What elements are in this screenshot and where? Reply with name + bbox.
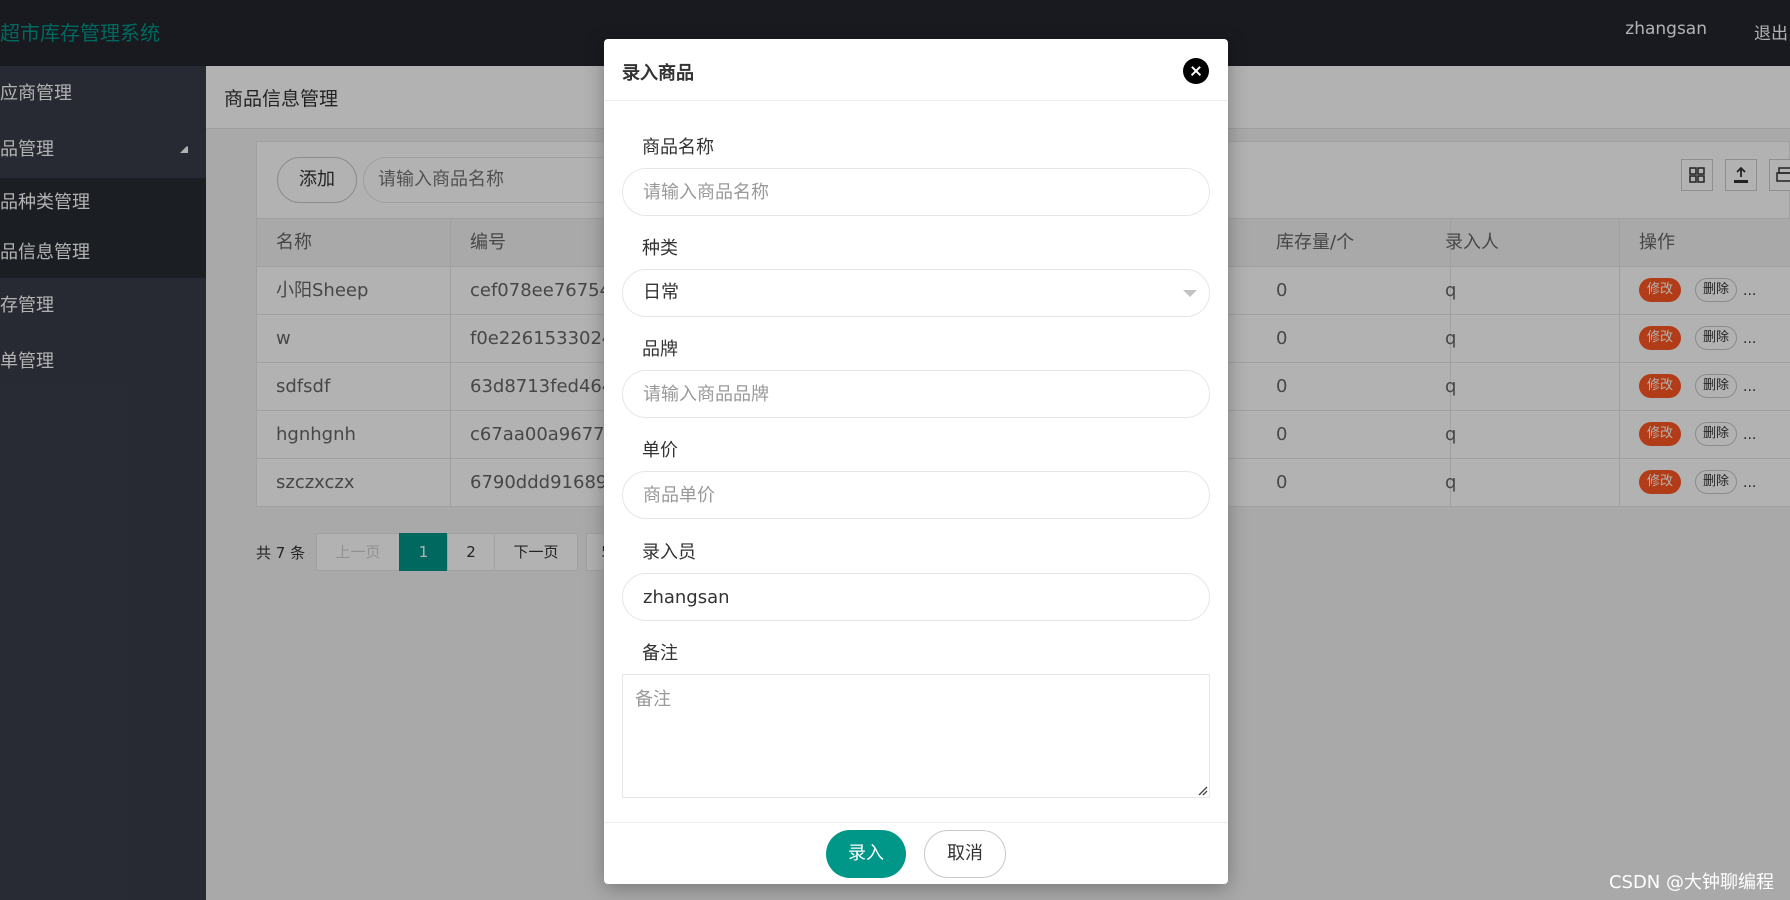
add-goods-dialog: 录入商品 商品名称 种类 日常 品牌 单价 录入员 备注 录入 取消	[604, 39, 1228, 884]
remark-textarea[interactable]	[622, 674, 1210, 798]
resize-grip-icon[interactable]	[1196, 784, 1208, 796]
chevron-down-icon	[1183, 290, 1197, 297]
dialog-title: 录入商品	[622, 63, 694, 84]
cancel-button[interactable]: 取消	[924, 830, 1006, 878]
goods-name-label: 商品名称	[642, 137, 714, 158]
watermark: CSDN @大钟聊编程	[1608, 872, 1774, 893]
submit-button[interactable]: 录入	[826, 830, 906, 878]
remark-label: 备注	[642, 643, 678, 664]
goods-brand-input[interactable]	[622, 370, 1210, 418]
goods-price-label: 单价	[642, 440, 678, 461]
operator-input[interactable]	[622, 573, 1210, 621]
goods-name-input[interactable]	[622, 168, 1210, 216]
operator-label: 录入员	[642, 542, 696, 563]
goods-type-select[interactable]: 日常	[622, 269, 1210, 317]
dialog-footer: 录入 取消	[604, 822, 1228, 884]
goods-price-input[interactable]	[622, 471, 1210, 519]
goods-type-label: 种类	[642, 238, 678, 259]
close-icon[interactable]	[1183, 58, 1209, 84]
goods-brand-label: 品牌	[642, 339, 678, 360]
goods-type-value: 日常	[643, 282, 679, 303]
dialog-header: 录入商品	[604, 39, 1228, 101]
